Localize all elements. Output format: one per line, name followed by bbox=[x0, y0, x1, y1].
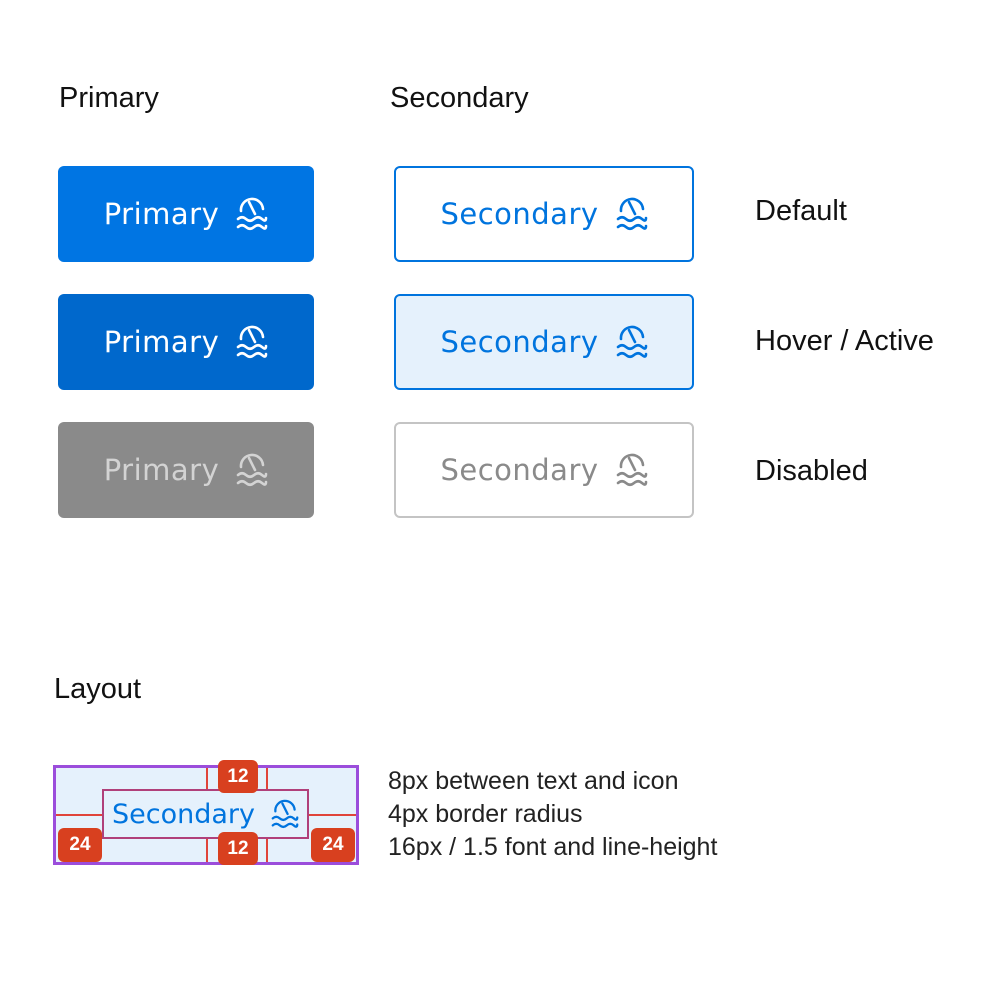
button-label: Primary bbox=[103, 453, 220, 487]
note-font: 16px / 1.5 font and line-height bbox=[388, 833, 718, 861]
button-label: Primary bbox=[103, 197, 220, 231]
primary-button-hover[interactable]: Primary bbox=[58, 294, 314, 390]
layout-heading: Layout bbox=[54, 673, 142, 705]
primary-button-default[interactable]: Primary bbox=[58, 166, 314, 262]
state-label-disabled: Disabled bbox=[755, 455, 868, 487]
swimming-icon bbox=[236, 452, 268, 488]
secondary-column-heading: Secondary bbox=[390, 82, 529, 114]
note-radius: 4px border radius bbox=[388, 800, 583, 828]
primary-column-heading: Primary bbox=[59, 82, 159, 114]
button-label: Primary bbox=[103, 325, 220, 359]
state-label-hover: Hover / Active bbox=[755, 325, 934, 357]
swimming-icon bbox=[616, 324, 648, 360]
padding-bottom-badge: 12 bbox=[218, 832, 258, 865]
padding-left-badge: 24 bbox=[58, 828, 102, 862]
primary-button-disabled: Primary bbox=[58, 422, 314, 518]
button-label: Secondary bbox=[440, 325, 599, 359]
secondary-button-default[interactable]: Secondary bbox=[394, 166, 694, 262]
state-label-default: Default bbox=[755, 195, 847, 227]
button-label: Secondary bbox=[440, 453, 599, 487]
padding-top-badge: 12 bbox=[218, 760, 258, 793]
layout-notes: 8px between text and icon 4px border rad… bbox=[388, 765, 717, 864]
swimming-icon bbox=[236, 324, 268, 360]
swimming-icon bbox=[236, 196, 268, 232]
swimming-icon bbox=[616, 196, 648, 232]
padding-right-badge: 24 bbox=[311, 828, 355, 862]
secondary-button-disabled: Secondary bbox=[394, 422, 694, 518]
button-label: Secondary bbox=[440, 197, 599, 231]
swimming-icon bbox=[271, 798, 299, 830]
layout-content-box: Secondary bbox=[102, 789, 309, 839]
swimming-icon bbox=[616, 452, 648, 488]
secondary-button-hover[interactable]: Secondary bbox=[394, 294, 694, 390]
layout-button-label: Secondary bbox=[112, 798, 255, 830]
note-spacing: 8px between text and icon bbox=[388, 767, 679, 795]
